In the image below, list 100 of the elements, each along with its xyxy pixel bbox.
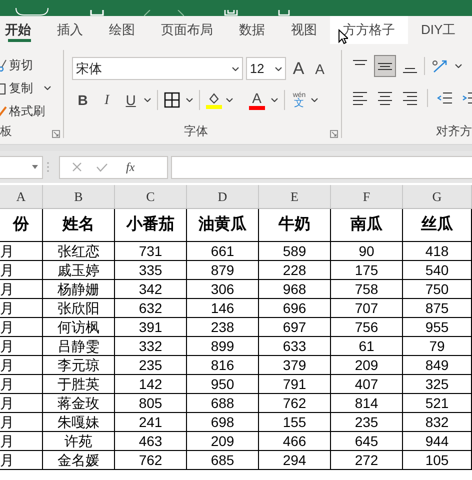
table-cell: 于胜英 — [43, 375, 115, 393]
table-cell: 306 — [187, 280, 259, 298]
font-name-field[interactable]: 宋体 — [72, 57, 243, 80]
insert-function-button[interactable]: fx — [126, 158, 135, 176]
column-header[interactable]: C — [115, 185, 187, 208]
table-cell: 731 — [115, 242, 187, 260]
column-header[interactable]: A — [0, 185, 43, 208]
ribbon-tab[interactable]: 视图 — [278, 16, 330, 44]
clipboard-button[interactable]: 格式刷 — [0, 102, 45, 120]
caret-icon[interactable] — [232, 66, 239, 70]
group-label: 字体 — [184, 123, 208, 140]
column-header[interactable]: F — [331, 185, 403, 208]
table-cell: 杨静姗 — [43, 280, 115, 298]
underline-button[interactable]: U — [120, 90, 142, 110]
grow-font-button[interactable]: A — [292, 60, 304, 77]
bold-button[interactable]: B — [72, 90, 94, 110]
table-cell: 332 — [115, 337, 187, 355]
caret-icon[interactable] — [226, 98, 233, 102]
scissors-icon[interactable] — [0, 58, 7, 72]
dialog-launcher-icon[interactable] — [52, 130, 60, 138]
save-icon[interactable] — [90, 10, 104, 16]
table-cell: 391 — [115, 318, 187, 336]
table-cell: 蒋金玫 — [43, 394, 115, 412]
table-cell: 540 — [403, 261, 472, 279]
table-cell: 955 — [403, 318, 472, 336]
caret-icon[interactable] — [186, 98, 193, 102]
table-cell: 899 — [187, 337, 259, 355]
caret-icon[interactable] — [455, 64, 462, 68]
table-header-cell: 小番茄 — [115, 209, 187, 241]
table-cell: 645 — [331, 432, 403, 450]
align-right-icon[interactable] — [402, 90, 418, 106]
table-cell: 685 — [187, 451, 259, 469]
table-cell: 月 — [0, 432, 43, 450]
table-cell: 228 — [259, 261, 331, 279]
caret-icon[interactable] — [44, 86, 51, 90]
table-header-cell: 丝瓜 — [403, 209, 472, 241]
table-cell: 879 — [187, 261, 259, 279]
table-cell: 月 — [0, 280, 43, 298]
undo-icon[interactable] — [14, 8, 50, 16]
dialog-launcher-icon[interactable] — [330, 130, 338, 138]
table-cell: 325 — [403, 375, 472, 393]
table-cell: 758 — [331, 280, 403, 298]
table-cell: 875 — [403, 299, 472, 317]
table-cell: 661 — [187, 242, 259, 260]
ribbon-tab[interactable]: DIY工 — [408, 16, 469, 44]
table-cell: 209 — [331, 356, 403, 374]
table-cell: 418 — [403, 242, 472, 260]
caret-icon[interactable] — [144, 98, 151, 102]
ribbon-tab[interactable]: 页面布局 — [148, 16, 226, 44]
align-left-icon[interactable] — [352, 90, 368, 106]
caret-icon[interactable] — [274, 66, 282, 70]
table-cell: 238 — [187, 318, 259, 336]
brush-icon[interactable] — [0, 104, 7, 118]
column-header[interactable]: E — [259, 185, 331, 208]
ribbon-tab[interactable]: 开始 — [4, 16, 44, 44]
increase-indent-icon[interactable] — [462, 90, 472, 106]
table-cell: 407 — [331, 375, 403, 393]
caret-icon[interactable] — [270, 98, 278, 102]
column-header[interactable]: B — [43, 185, 115, 208]
decrease-indent-icon[interactable] — [437, 90, 453, 106]
clipboard-button[interactable]: 剪切 — [0, 56, 33, 74]
table-cell: 762 — [115, 451, 187, 469]
table-cell: 632 — [115, 299, 187, 317]
orientation-icon[interactable] — [431, 58, 449, 74]
table-cell: 金名媛 — [43, 451, 115, 469]
table-cell: 月 — [0, 413, 43, 431]
ribbon-tab[interactable]: 插入 — [44, 16, 96, 44]
column-header[interactable]: G — [403, 185, 472, 208]
table-cell: 379 — [259, 356, 331, 374]
shrink-font-button[interactable]: A — [315, 62, 324, 76]
font-color-button[interactable]: A — [248, 90, 265, 110]
formula-field[interactable] — [171, 156, 472, 178]
copy-icon[interactable] — [0, 80, 7, 94]
borders-icon[interactable] — [164, 92, 180, 108]
table-cell: 707 — [331, 299, 403, 317]
ribbon-tab[interactable]: 方方格子 — [330, 16, 408, 44]
table-cell: 814 — [331, 394, 403, 412]
table-cell: 146 — [187, 299, 259, 317]
align-center-icon[interactable] — [377, 90, 393, 106]
dropdown-icon[interactable] — [32, 165, 38, 169]
table-cell: 696 — [259, 299, 331, 317]
print-icon[interactable] — [224, 10, 238, 16]
table-cell: 272 — [331, 451, 403, 469]
font-size-field[interactable]: 12 — [246, 57, 286, 80]
table-cell: 342 — [115, 280, 187, 298]
ribbon-tab[interactable]: 数据 — [226, 16, 278, 44]
table-header-cell: 牛奶 — [259, 209, 331, 241]
italic-button[interactable]: I — [96, 90, 118, 110]
group-label: 板 — [0, 123, 12, 140]
column-header[interactable]: D — [187, 185, 259, 208]
table-cell: 521 — [403, 394, 472, 412]
fill-color-icon[interactable] — [206, 91, 222, 109]
table-cell: 209 — [187, 432, 259, 450]
caret-icon[interactable] — [310, 98, 318, 102]
table-cell: 月 — [0, 318, 43, 336]
clipboard-button[interactable]: 复制 — [0, 78, 33, 96]
ribbon-tab[interactable]: 绘图 — [96, 16, 148, 44]
table-cell: 463 — [115, 432, 187, 450]
table-cell: 235 — [115, 356, 187, 374]
table-cell: 105 — [403, 451, 472, 469]
